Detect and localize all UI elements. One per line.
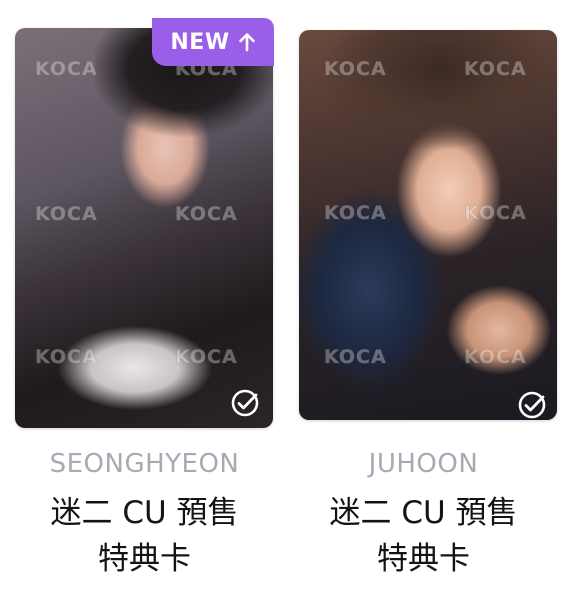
- checkmark-circle-icon[interactable]: [517, 390, 547, 420]
- card-title-line2: 特典卡: [377, 541, 470, 577]
- card-title-line2: 特典卡: [98, 541, 191, 577]
- new-badge-label: NEW: [170, 29, 230, 55]
- arrow-up-icon: [238, 33, 255, 52]
- card-title-line1: 迷二 CU 預售: [329, 495, 518, 531]
- new-badge: NEW: [152, 18, 274, 66]
- photocard-image[interactable]: KOCA KOCA KOCA KOCA KOCA KOCA: [15, 28, 273, 428]
- photocard-image[interactable]: KOCA KOCA KOCA KOCA KOCA KOCA: [299, 30, 557, 420]
- member-name: JUHOON: [368, 449, 479, 479]
- member-name: SEONGHYEON: [49, 449, 240, 479]
- photocard-item-juhoon[interactable]: KOCA KOCA KOCA KOCA KOCA KOCA JUHOON 迷二 …: [289, 0, 578, 591]
- photocard-gallery: KOCA KOCA KOCA KOCA KOCA KOCA NEW SEONGH…: [0, 0, 578, 591]
- photo-subject-shape: [319, 30, 557, 200]
- checkmark-circle-icon[interactable]: [230, 388, 260, 418]
- photocard-item-seonghyeon[interactable]: KOCA KOCA KOCA KOCA KOCA KOCA NEW SEONGH…: [0, 0, 289, 591]
- card-title-line1: 迷二 CU 預售: [50, 495, 239, 531]
